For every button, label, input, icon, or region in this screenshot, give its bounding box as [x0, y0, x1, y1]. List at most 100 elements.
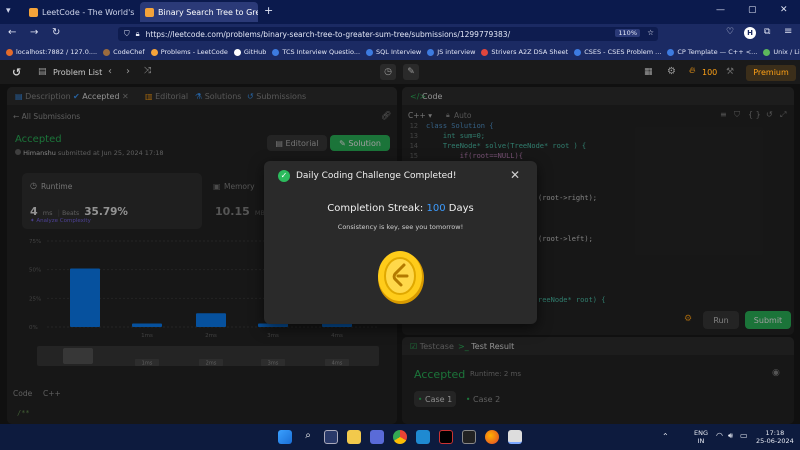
vscode-icon[interactable]	[416, 430, 430, 444]
bookmark-item[interactable]: Strivers A2Z DSA Sheet	[481, 48, 568, 56]
problem-list-link[interactable]: Problem List	[53, 68, 102, 77]
prev-problem-icon[interactable]: ‹	[108, 66, 112, 77]
globe-icon	[366, 48, 374, 56]
streak-unit: Days	[448, 203, 474, 214]
reload-icon[interactable]: ↻	[52, 27, 60, 38]
notes-icon[interactable]: ✎	[403, 64, 419, 80]
bookmark-item[interactable]: TCS Interview Questio...	[272, 48, 360, 56]
search-icon[interactable]: ⌕	[301, 430, 315, 444]
layout-icon[interactable]: ▦	[644, 67, 653, 77]
codechef-icon	[103, 48, 111, 56]
globe-icon	[574, 48, 582, 56]
daily-challenge-modal: ✓ Daily Coding Challenge Completed! ✕ Co…	[264, 161, 537, 324]
volume-icon[interactable]: 🔊︎	[728, 431, 733, 441]
windows-taskbar: ⌕ ⌃ ENG IN ◠ 🔊︎ ▭ 17:18 25-06-2024	[0, 424, 800, 450]
store-icon[interactable]	[370, 430, 384, 444]
modal-message: Consistency is key, see you tomorrow!	[337, 223, 464, 231]
bookmark-item[interactable]: CodeChef	[103, 48, 145, 56]
tab-title: LeetCode - The World's Leading	[42, 7, 136, 17]
tab-title: Binary Search Tree to Greater Su	[158, 7, 258, 17]
problem-list-icon: ▤	[38, 67, 47, 77]
extensions-icon[interactable]: ⧉	[764, 27, 770, 37]
star-icon[interactable]: ☆	[647, 28, 654, 37]
bookmark-item[interactable]: GitHub	[233, 48, 267, 56]
premium-button[interactable]: Premium	[746, 65, 796, 81]
bookmark-label: Unix / Linux - Shell Ba...	[773, 48, 800, 56]
globe-icon	[272, 48, 280, 56]
bookmark-label: SQL Interview	[376, 48, 422, 56]
input-language[interactable]: ENG IN	[694, 429, 708, 445]
pocket-icon[interactable]: ♡	[726, 27, 734, 37]
maximize-icon[interactable]: ▢	[748, 5, 757, 15]
bookmark-label: localhost:7882 / 127.0....	[16, 48, 98, 56]
streak-value: 100	[426, 203, 446, 214]
settings-icon[interactable]: ⚙	[667, 66, 676, 77]
chrome-icon[interactable]	[393, 430, 407, 444]
bookmark-label: TCS Interview Questio...	[282, 48, 361, 56]
tools-icon[interactable]: ⚒	[726, 67, 734, 77]
tab-list-icon[interactable]: ▾	[6, 6, 18, 18]
bookmark-label: GitHub	[243, 48, 267, 56]
intellij-icon[interactable]	[439, 430, 453, 444]
firefox-icon[interactable]	[485, 430, 499, 444]
zoom-badge[interactable]: 110%	[615, 29, 640, 37]
unix-icon	[763, 48, 771, 56]
browser-tab-strip: ▾ LeetCode - The World's Leading ✕ Binar…	[0, 0, 800, 24]
windows-start-icon[interactable]	[278, 430, 292, 444]
address-bar[interactable]: ⛉ 🔒︎ https://leetcode.com/problems/binar…	[118, 27, 658, 41]
shield-icon: ⛉	[124, 29, 130, 38]
bookmark-item[interactable]: JS interview	[427, 48, 475, 56]
streak-count[interactable]: 100	[702, 68, 717, 77]
sticky-notes-icon[interactable]	[508, 430, 522, 444]
clock[interactable]: 17:18 25-06-2024	[756, 429, 794, 445]
menu-icon[interactable]: ≡	[784, 26, 792, 37]
bookmark-label: JS interview	[437, 48, 476, 56]
lock-icon: 🔒︎	[135, 29, 140, 38]
bookmark-icon	[6, 48, 13, 56]
task-view-icon[interactable]	[324, 430, 338, 444]
bookmark-item[interactable]: SQL Interview	[366, 48, 421, 56]
gold-coin-icon	[378, 251, 424, 304]
streak-label: Completion Streak:	[327, 203, 424, 214]
file-explorer-icon[interactable]	[347, 430, 361, 444]
forward-arrow-icon[interactable]: →	[30, 27, 38, 38]
globe-icon	[427, 48, 435, 56]
bookmark-label: CodeChef	[113, 48, 145, 56]
close-window-icon[interactable]: ✕	[780, 5, 788, 15]
success-check-icon: ✓	[278, 170, 290, 182]
bookmark-item[interactable]: Problems - LeetCode	[150, 48, 228, 56]
wifi-icon[interactable]: ◠	[716, 431, 723, 440]
modal-title: Daily Coding Challenge Completed!	[296, 171, 457, 181]
bookmark-item[interactable]: CP Template — C++ <...	[667, 48, 757, 56]
leetcode-favicon-icon	[145, 7, 154, 17]
streak-line: Completion Streak: 100 Days	[264, 203, 537, 214]
new-tab-button[interactable]: +	[264, 4, 273, 17]
back-arrow-icon[interactable]: ←	[8, 27, 16, 38]
terminal-icon[interactable]	[462, 430, 476, 444]
close-icon[interactable]: ✕	[510, 168, 520, 182]
bookmark-item[interactable]: Unix / Linux - Shell Ba...	[763, 48, 800, 56]
streak-fire-icon: 🔥︎	[689, 66, 696, 76]
browser-tab-leetcode[interactable]: LeetCode - The World's Leading ✕	[24, 2, 136, 22]
takeuforward-icon	[481, 48, 489, 56]
leetcode-header: ↺ ▤ Problem List ‹ › ⤨ ◷ ✎ ▦ ⚙ 🔥︎ 100 ⚒ …	[0, 62, 800, 84]
globe-icon	[667, 48, 675, 56]
minimize-icon[interactable]: —	[716, 5, 725, 15]
github-icon	[233, 48, 241, 56]
browser-nav-bar: ← → ↻ ⛉ 🔒︎ https://leetcode.com/problems…	[0, 24, 800, 44]
date: 25-06-2024	[756, 437, 794, 445]
battery-icon[interactable]: ▭	[740, 431, 748, 440]
url-text: https://leetcode.com/problems/binary-sea…	[145, 29, 511, 39]
lang-code: ENG	[694, 429, 709, 437]
bookmark-item[interactable]: CSES - CSES Problem ...	[574, 48, 661, 56]
bookmark-item[interactable]: localhost:7882 / 127.0....	[6, 48, 97, 56]
leetcode-logo-icon[interactable]: ↺	[12, 66, 21, 79]
account-icon[interactable]: H	[744, 27, 756, 39]
leetcode-icon	[150, 48, 158, 56]
tray-chevron-icon[interactable]: ⌃	[662, 432, 669, 441]
region-code: IN	[697, 437, 705, 445]
browser-tab-active[interactable]: Binary Search Tree to Greater Su ✕	[140, 2, 258, 22]
next-problem-icon[interactable]: ›	[126, 66, 130, 77]
timer-icon[interactable]: ◷	[380, 64, 396, 80]
shuffle-icon[interactable]: ⤨	[144, 66, 151, 76]
